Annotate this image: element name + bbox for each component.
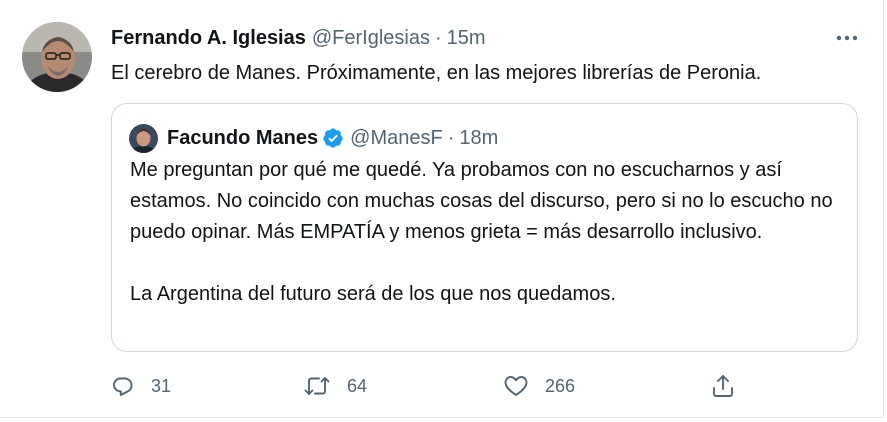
share-button[interactable] bbox=[711, 370, 735, 402]
reply-count: 31 bbox=[151, 375, 172, 396]
quoted-timestamp: 18m bbox=[459, 126, 499, 149]
tweet-text: El cerebro de Manes. Próximamente, en la… bbox=[111, 62, 762, 84]
quoted-separator-dot: · bbox=[447, 126, 455, 149]
quoted-author-avatar bbox=[129, 124, 158, 153]
retweet-count: 64 bbox=[347, 375, 368, 396]
tweet-actions: 31 64 266 bbox=[111, 370, 851, 402]
share-icon bbox=[713, 375, 733, 397]
quoted-paragraph-1: Me preguntan por qué me quedé. Ya probam… bbox=[130, 159, 833, 243]
quoted-author-name: Facundo Manes bbox=[167, 126, 319, 149]
quoted-author-handle: @ManesF bbox=[350, 126, 443, 149]
retweet-button[interactable]: 64 bbox=[303, 370, 367, 402]
heart-icon bbox=[504, 376, 528, 396]
verified-badge-icon bbox=[323, 128, 343, 148]
author-handle[interactable]: @FerIglesias bbox=[312, 27, 430, 50]
reply-icon bbox=[113, 377, 133, 396]
reply-button[interactable]: 31 bbox=[111, 370, 171, 402]
like-count: 266 bbox=[545, 375, 576, 396]
quoted-paragraph-2: La Argentina del futuro será de los que … bbox=[130, 283, 616, 305]
tweet-header: Fernando A. Iglesias @FerIglesias · 15m bbox=[111, 24, 486, 52]
like-button[interactable]: 266 bbox=[503, 370, 575, 402]
separator-dot: · bbox=[435, 26, 442, 49]
more-horizontal-icon bbox=[836, 35, 858, 41]
retweet-icon bbox=[304, 377, 330, 395]
quoted-tweet[interactable]: Facundo Manes @ManesF · 18m Me preguntan… bbox=[111, 103, 858, 352]
author-avatar[interactable] bbox=[22, 22, 92, 92]
more-options-button[interactable] bbox=[832, 26, 862, 50]
tweet-timestamp[interactable]: 15m bbox=[447, 27, 486, 50]
tweet-card[interactable]: Fernando A. Iglesias @FerIglesias · 15m … bbox=[0, 0, 884, 418]
quoted-text: Me preguntan por qué me quedé. Ya probam… bbox=[130, 155, 845, 310]
author-name[interactable]: Fernando A. Iglesias bbox=[111, 27, 306, 50]
quoted-header: Facundo Manes @ManesF · 18m bbox=[167, 124, 498, 152]
